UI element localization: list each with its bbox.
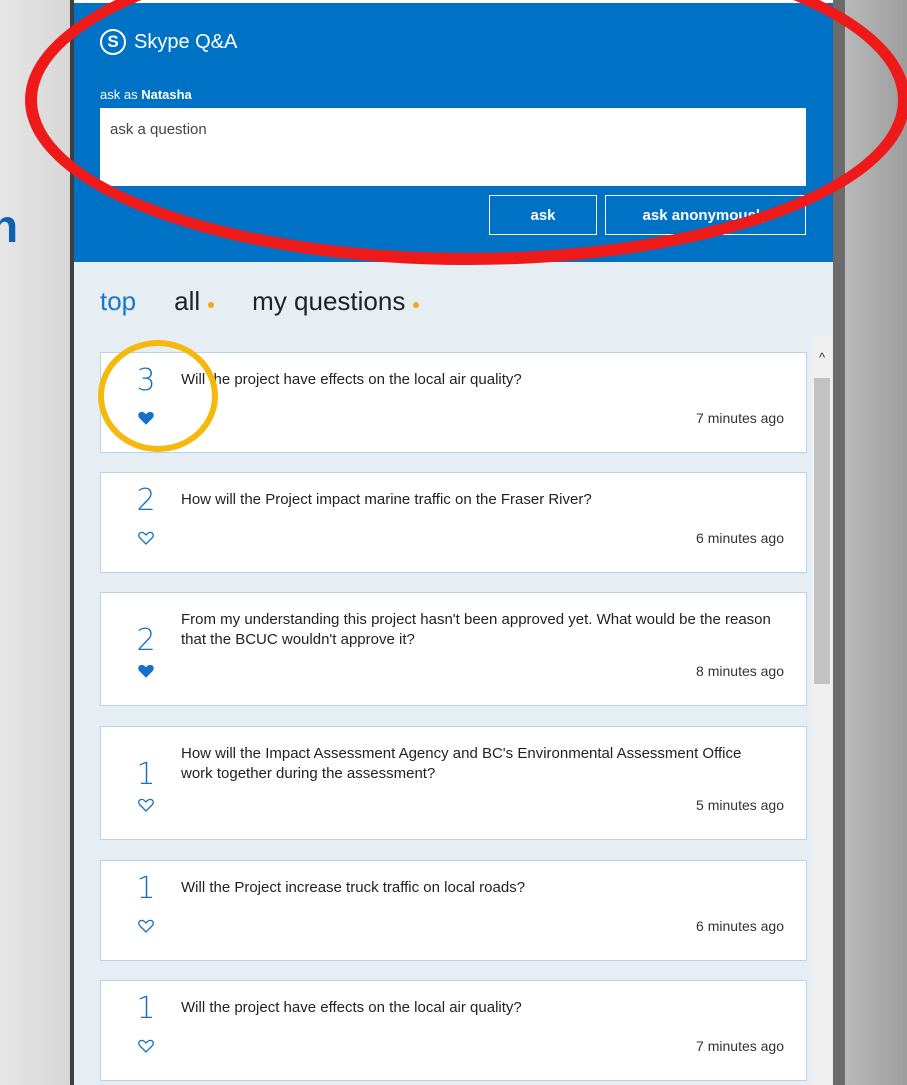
heart-shape <box>138 664 154 678</box>
like-heart-outline-icon[interactable] <box>138 530 154 546</box>
heart-shape <box>138 1039 154 1053</box>
like-heart-icon[interactable] <box>138 663 154 679</box>
tab-top-label: top <box>100 286 137 316</box>
vote-count: 2 <box>136 623 156 658</box>
heart-shape <box>138 798 154 812</box>
ask-as-prefix: ask as <box>100 87 138 102</box>
like-heart-outline-icon[interactable] <box>138 918 154 934</box>
skype-logo-icon: S <box>100 29 126 55</box>
question-time: 6 minutes ago <box>696 530 784 546</box>
vote-count: 3 <box>136 363 156 398</box>
new-indicator-dot <box>413 301 420 308</box>
vote-count: 1 <box>136 757 156 792</box>
question-card: 3 Will the project have effects on the l… <box>100 352 807 453</box>
question-time: 5 minutes ago <box>696 797 784 813</box>
brand: S Skype Q&A <box>100 29 237 55</box>
question-time: 7 minutes ago <box>696 410 784 426</box>
question-time: 6 minutes ago <box>696 918 784 934</box>
vote-count: 2 <box>136 483 156 518</box>
app-title: Skype Q&A <box>134 30 238 53</box>
scrollbar[interactable]: ^ <box>812 336 832 1085</box>
question-text: How will the Impact Assessment Agency an… <box>181 745 742 782</box>
question-text: Will the project have effects on the loc… <box>181 371 522 388</box>
like-heart-outline-icon[interactable] <box>138 1038 154 1054</box>
question-input[interactable] <box>100 108 806 186</box>
question-tabs: top all my questions <box>100 286 457 317</box>
question-text: How will the Project impact marine traff… <box>181 491 592 508</box>
ask-button[interactable]: ask <box>489 195 597 235</box>
question-text: Will the Project increase truck traffic … <box>181 879 526 896</box>
question-text: From my understanding this project hasn'… <box>181 611 771 648</box>
vote-count: 1 <box>136 991 156 1026</box>
question-card: 2 How will the Project impact marine tra… <box>100 472 807 573</box>
heart-shape <box>138 531 154 545</box>
skype-qa-window: S Skype Q&A ask as Natasha ask ask anony… <box>70 0 845 1085</box>
ask-as-label: ask as Natasha <box>100 87 192 102</box>
question-time: 7 minutes ago <box>696 1038 784 1054</box>
like-heart-icon[interactable] <box>138 410 154 426</box>
tab-my-questions[interactable]: my questions <box>252 286 420 317</box>
question-card: 2 From my understanding this project has… <box>100 592 807 706</box>
heart-shape <box>138 411 154 425</box>
ask-as-name: Natasha <box>141 87 192 102</box>
vote-count: 1 <box>136 871 156 906</box>
scrollbar-thumb[interactable] <box>814 378 830 684</box>
question-card: 1 Will the Project increase truck traffi… <box>100 860 807 961</box>
new-indicator-dot <box>208 301 215 308</box>
tab-all-label: all <box>174 286 201 316</box>
ask-anonymously-button[interactable]: ask anonymously <box>605 195 806 235</box>
tab-all[interactable]: all <box>174 286 215 317</box>
like-heart-outline-icon[interactable] <box>138 797 154 813</box>
scroll-up-arrow-icon[interactable]: ^ <box>812 350 832 365</box>
question-time: 8 minutes ago <box>696 663 784 679</box>
tab-top[interactable]: top <box>100 286 136 317</box>
question-card: 1 How will the Impact Assessment Agency … <box>100 726 807 840</box>
question-card: 1 Will the project have effects on the l… <box>100 980 807 1081</box>
heart-shape <box>138 919 154 933</box>
tab-my-questions-label: my questions <box>252 286 406 316</box>
question-text: Will the project have effects on the loc… <box>181 999 522 1016</box>
qa-header: S Skype Q&A ask as Natasha ask ask anony… <box>74 0 833 262</box>
background-partial-text: n <box>0 200 19 252</box>
